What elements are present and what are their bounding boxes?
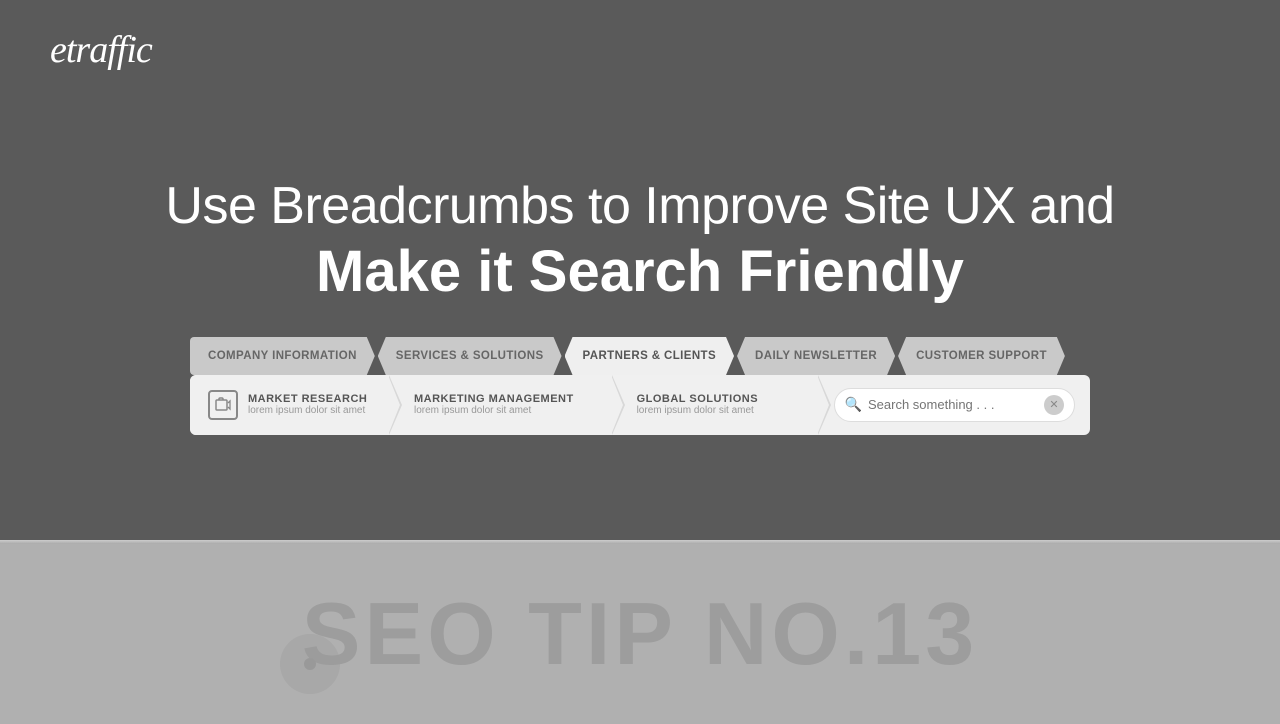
breadcrumb-container: MARKET RESEARCH lorem ipsum dolor sit am… <box>190 375 1090 435</box>
arrow-2 <box>611 375 623 435</box>
logo: etraffic <box>50 28 152 72</box>
global-solutions-text: GLOBAL SOLUTIONS lorem ipsum dolor sit a… <box>637 393 758 416</box>
tab-partners[interactable]: PARTNERS & CLIENTS <box>565 337 735 375</box>
hero-area: Use Breadcrumbs to Improve Site UX and M… <box>0 100 1280 540</box>
breadcrumb-item-marketing[interactable]: MARKETING MANAGEMENT lorem ipsum dolor s… <box>390 375 613 435</box>
tab-support[interactable]: CUSTOMER SUPPORT <box>898 337 1065 375</box>
search-box: 🔍 ✕ <box>834 388 1075 422</box>
tabs-and-breadcrumb: COMPANY INFORMATION SERVICES & SOLUTIONS… <box>190 337 1090 435</box>
tab-newsletter[interactable]: DAILY NEWSLETTER <box>737 337 895 375</box>
breadcrumb-item-global[interactable]: GLOBAL SOLUTIONS lorem ipsum dolor sit a… <box>613 375 819 435</box>
hero-line1: Use Breadcrumbs to Improve Site UX and <box>165 175 1114 237</box>
seo-tip-text: SEO TIP NO.13 <box>302 583 978 685</box>
logo-area: etraffic <box>0 0 202 100</box>
market-research-icon <box>208 390 238 420</box>
market-research-text: MARKET RESEARCH lorem ipsum dolor sit am… <box>248 393 367 416</box>
search-input[interactable] <box>868 397 1044 412</box>
tab-company[interactable]: COMPANY INFORMATION <box>190 337 375 375</box>
top-section: etraffic Use Breadcrumbs to Improve Site… <box>0 0 1280 540</box>
breadcrumb-item-market[interactable]: MARKET RESEARCH lorem ipsum dolor sit am… <box>190 375 390 435</box>
breadcrumb-bar: MARKET RESEARCH lorem ipsum dolor sit am… <box>190 375 1090 435</box>
marketing-management-text: MARKETING MANAGEMENT lorem ipsum dolor s… <box>414 393 574 416</box>
tab-services[interactable]: SERVICES & SOLUTIONS <box>378 337 562 375</box>
search-clear-button[interactable]: ✕ <box>1044 395 1064 415</box>
hero-line2: Make it Search Friendly <box>316 237 964 307</box>
search-item: 🔍 ✕ <box>819 388 1090 422</box>
arrow-3 <box>817 375 829 435</box>
nav-tabs-row: COMPANY INFORMATION SERVICES & SOLUTIONS… <box>190 337 1090 375</box>
arrow-1 <box>388 375 400 435</box>
search-icon: 🔍 <box>845 396 862 413</box>
bottom-section: SEO TIP NO.13 <box>0 544 1280 724</box>
